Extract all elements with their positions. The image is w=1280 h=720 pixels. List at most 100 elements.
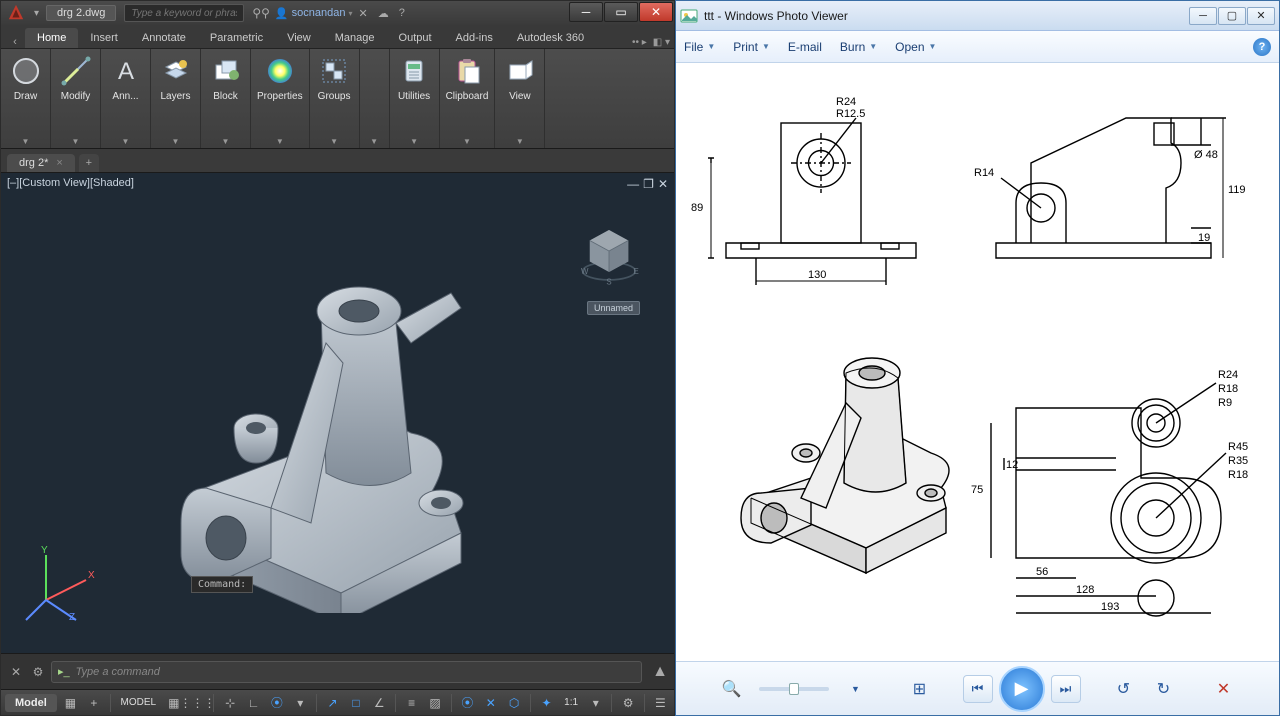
snap-icon[interactable]: ⋮⋮⋮ — [187, 693, 207, 713]
tab-scroll-left-icon[interactable]: ‹ — [5, 36, 25, 48]
annotation-scale[interactable]: 1:1 — [560, 697, 582, 708]
signin-user[interactable]: 👤 socnandan ▾ — [275, 7, 353, 20]
dim-r18b: R18 — [1228, 469, 1248, 481]
qat-dropdown-icon[interactable]: ▾ — [31, 8, 42, 19]
iso-icon[interactable]: ▾ — [291, 693, 310, 713]
search-concept-icon[interactable]: ⚲⚲ — [252, 6, 270, 20]
vp-close-icon[interactable]: ✕ — [658, 177, 668, 191]
workspace-icon[interactable]: ⚙ — [618, 693, 637, 713]
zoom-out-icon[interactable]: 🔍 — [715, 672, 749, 706]
slideshow-button[interactable]: ▶ — [999, 666, 1045, 712]
ribbon-panel-view[interactable]: View▼ — [495, 49, 545, 148]
new-tab-button[interactable]: + — [79, 154, 99, 172]
model-viewport[interactable]: [–][Custom View][Shaded] — ❐ ✕ WE S Unna… — [1, 173, 674, 653]
pv-image-canvas[interactable]: R24 R12.5 89 130 R14 119 Ø 48 — [676, 63, 1279, 661]
tab-right-icon[interactable]: •• ▸ — [632, 37, 647, 48]
view-name-badge[interactable]: Unnamed — [587, 301, 640, 315]
rotate-ccw-icon[interactable]: ↺ — [1107, 672, 1141, 706]
otrack-icon[interactable]: ∠ — [370, 693, 389, 713]
autocad-logo-icon[interactable] — [5, 2, 27, 24]
help-search-input[interactable] — [124, 4, 244, 22]
vp-minimize-icon[interactable]: — — [627, 177, 639, 191]
layout-quick-icon[interactable]: ▦ — [61, 693, 80, 713]
exchange-icon[interactable]: ✕ — [358, 7, 367, 20]
ribbon-panel-groups[interactable]: Groups▼ — [310, 49, 360, 148]
command-history-icon[interactable]: ▲ — [652, 663, 668, 681]
minimize-button[interactable]: ─ — [569, 2, 603, 22]
vp-restore-icon[interactable]: ❐ — [643, 177, 654, 191]
help-icon[interactable]: ? — [399, 7, 405, 19]
pv-maximize-button[interactable]: ▢ — [1218, 7, 1246, 25]
pv-help-icon[interactable]: ? — [1253, 38, 1271, 56]
dynamic-ucs-icon[interactable]: ⦿ — [458, 693, 477, 713]
ribbon-panel-clipboard[interactable]: Clipboard▼ — [440, 49, 496, 148]
modify-icon — [58, 53, 94, 89]
customize-status-icon[interactable]: ☰ — [651, 693, 670, 713]
viewcube-icon[interactable]: WE S — [574, 223, 644, 293]
pv-menu-burn[interactable]: Burn▼ — [840, 40, 877, 54]
object-snap-icon[interactable]: □ — [346, 693, 365, 713]
rotate-cw-icon[interactable]: ↻ — [1147, 672, 1181, 706]
ortho-icon[interactable]: ∟ — [244, 693, 263, 713]
ribbon-collapse-icon[interactable]: ◧ ▾ — [653, 37, 670, 48]
tab-autodesk360[interactable]: Autodesk 360 — [505, 28, 596, 48]
selection-cycling-icon[interactable]: ✕ — [481, 693, 500, 713]
transparency-icon[interactable]: ▨ — [425, 693, 444, 713]
ribbon-panel-layers[interactable]: Layers▼ — [151, 49, 201, 148]
pv-minimize-button[interactable]: ─ — [1189, 7, 1217, 25]
space-indicator[interactable]: MODEL — [117, 697, 161, 708]
tab-view[interactable]: View — [275, 28, 323, 48]
viewport-controls-label[interactable]: [–][Custom View][Shaded] — [7, 177, 134, 189]
close-button[interactable]: ✕ — [639, 2, 673, 22]
ribbon-panel-draw[interactable]: Draw▼ — [1, 49, 51, 148]
ribbon-panel-utilities[interactable]: Utilities▼ — [390, 49, 440, 148]
add-layout-icon[interactable]: + — [84, 693, 103, 713]
3d-osnap-icon[interactable]: ⬡ — [504, 693, 523, 713]
ribbon-panel-modify[interactable]: Modify▼ — [51, 49, 101, 148]
pv-menu-print[interactable]: Print▼ — [733, 40, 770, 54]
infer-icon[interactable]: ⊹ — [220, 693, 239, 713]
tab-insert[interactable]: Insert — [78, 28, 130, 48]
cmd-close-icon[interactable]: ✕ — [7, 663, 25, 681]
model-tab[interactable]: Model — [5, 694, 57, 712]
next-button[interactable]: ⏭ — [1051, 675, 1081, 703]
tab-parametric[interactable]: Parametric — [198, 28, 275, 48]
zoom-slider[interactable] — [759, 687, 829, 691]
prev-button[interactable]: ⏮ — [963, 675, 993, 703]
ribbon-label: Groups — [318, 91, 351, 102]
dim-75: 75 — [971, 484, 983, 496]
ribbon-panel-properties[interactable]: Properties▼ — [251, 49, 310, 148]
ribbon-label: Layers — [160, 91, 190, 102]
pv-titlebar: ttt - Windows Photo Viewer ─ ▢ ✕ — [676, 1, 1279, 31]
pv-close-button[interactable]: ✕ — [1247, 7, 1275, 25]
engineering-drawing: R24 R12.5 89 130 R14 119 Ø 48 — [686, 73, 1266, 633]
scale-drop-icon[interactable]: ▾ — [586, 693, 605, 713]
dim-119: 119 — [1228, 184, 1246, 196]
ribbon-panel-annotation[interactable]: A Ann...▼ — [101, 49, 151, 148]
osnap-icon[interactable]: ↗ — [323, 693, 342, 713]
svg-text:X: X — [88, 570, 95, 581]
command-history-line: Command: — [191, 576, 253, 593]
tab-output[interactable]: Output — [387, 28, 444, 48]
pv-toolbar: 🔍 ▼ ⊞ ⏮ ▶ ⏭ ↺ ↻ ✕ — [676, 661, 1279, 715]
actual-size-icon[interactable]: ⊞ — [903, 672, 937, 706]
ribbon-panel-block[interactable]: Block▼ — [201, 49, 251, 148]
close-tab-icon[interactable]: × — [56, 157, 62, 169]
file-tab[interactable]: drg 2* × — [7, 154, 75, 172]
command-input[interactable]: ▸_ Type a command — [51, 661, 642, 683]
polar-icon[interactable]: ⦿ — [267, 693, 286, 713]
tab-manage[interactable]: Manage — [323, 28, 387, 48]
pv-menu-email[interactable]: E-mail — [788, 40, 822, 54]
pv-menu-open[interactable]: Open▼ — [895, 40, 936, 54]
annot-scale-icon[interactable]: ✦ — [537, 693, 556, 713]
delete-icon[interactable]: ✕ — [1207, 672, 1241, 706]
pv-menu-file[interactable]: File▼ — [684, 40, 715, 54]
tab-home[interactable]: Home — [25, 28, 78, 48]
tab-annotate[interactable]: Annotate — [130, 28, 198, 48]
lineweight-icon[interactable]: ≡ — [402, 693, 421, 713]
cloud-icon[interactable]: ☁ — [378, 7, 389, 20]
cmd-settings-icon[interactable]: ⚙ — [29, 663, 47, 681]
tab-addins[interactable]: Add-ins — [444, 28, 505, 48]
maximize-button[interactable]: ▭ — [604, 2, 638, 22]
zoom-dropdown-icon[interactable]: ▼ — [839, 672, 873, 706]
